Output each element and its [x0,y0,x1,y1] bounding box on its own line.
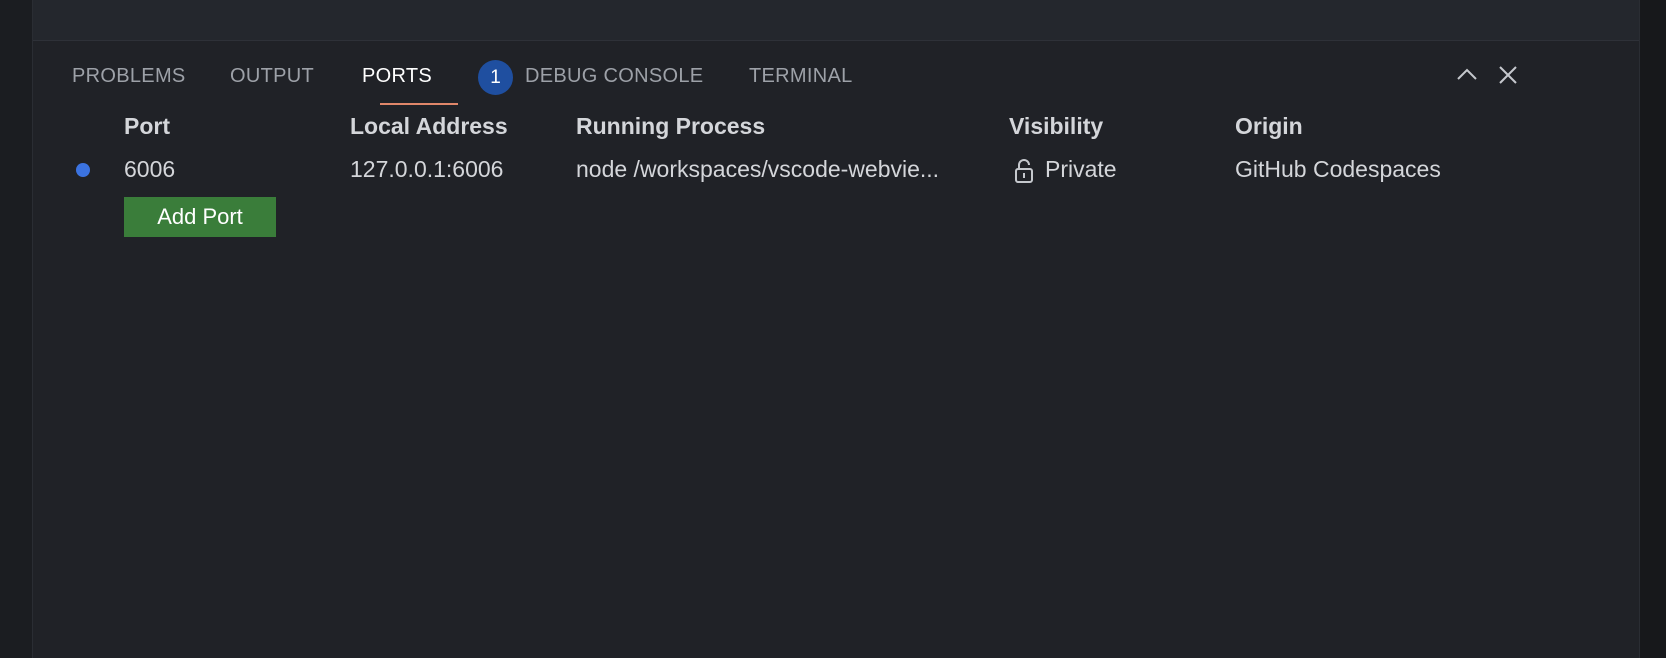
ports-count-badge: 1 [478,60,513,95]
close-icon [1499,66,1517,84]
column-header-local-address[interactable]: Local Address [350,113,508,140]
origin-cell[interactable]: GitHub Codespaces [1235,156,1441,183]
port-status-dot [76,163,90,177]
local-address-cell[interactable]: 127.0.0.1:6006 [350,156,503,183]
scrollbar-edge [1639,0,1666,658]
tab-ports[interactable]: PORTS [362,65,432,105]
close-panel-button[interactable] [1494,61,1522,89]
panel-tabs: PROBLEMS OUTPUT PORTS 1 DEBUG CONSOLE TE… [33,41,1639,111]
vscode-window: PROBLEMS OUTPUT PORTS 1 DEBUG CONSOLE TE… [0,0,1666,658]
column-header-visibility[interactable]: Visibility [1009,113,1103,140]
tab-debug-console[interactable]: DEBUG CONSOLE [525,65,703,105]
column-header-origin[interactable]: Origin [1235,113,1303,140]
editor-area [33,0,1639,41]
visibility-cell[interactable]: Private [1045,156,1117,183]
active-tab-indicator [380,103,458,105]
tab-problems[interactable]: PROBLEMS [72,65,186,105]
tab-output[interactable]: OUTPUT [230,65,314,105]
column-header-port[interactable]: Port [124,113,170,140]
port-cell[interactable]: 6006 [124,156,175,183]
chevron-up-icon [1457,68,1477,80]
bottom-panel: PROBLEMS OUTPUT PORTS 1 DEBUG CONSOLE TE… [33,41,1639,658]
running-process-cell[interactable]: node /workspaces/vscode-webvie... [576,156,939,183]
add-port-button[interactable]: Add Port [124,197,276,237]
activity-bar-edge [0,0,33,658]
column-header-running-process[interactable]: Running Process [576,113,765,140]
maximize-panel-button[interactable] [1453,61,1481,89]
tab-terminal[interactable]: TERMINAL [749,65,853,105]
lock-icon [1012,158,1036,184]
